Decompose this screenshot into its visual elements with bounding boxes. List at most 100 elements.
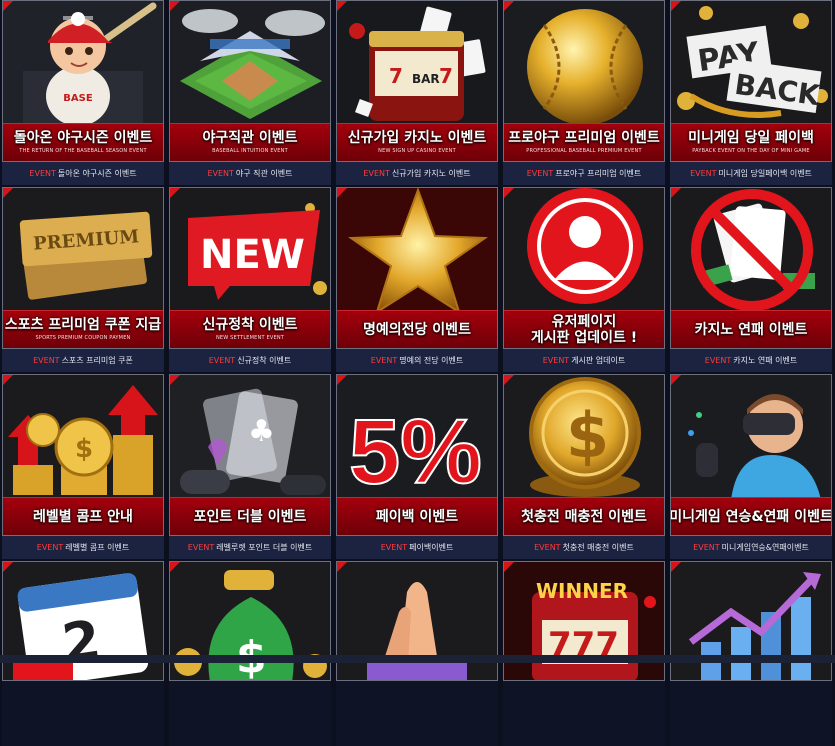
event-card-new-settlement[interactable]: NEW 신규정착 이벤트 NEW SETTLEMENT EVENT EVENT …	[169, 187, 331, 372]
event-thumbnail: 카지노 연패 이벤트	[670, 187, 832, 349]
event-title: 미니게임 연승&연패 이벤트	[670, 509, 832, 525]
event-banner: 첫충전 매충전 이벤트	[504, 497, 664, 535]
svg-text:7: 7	[439, 64, 453, 88]
event-thumbnail: NEW 신규정착 이벤트 NEW SETTLEMENT EVENT	[169, 187, 331, 349]
taskbar	[0, 655, 835, 663]
event-banner: 미니게임 연승&연패 이벤트	[671, 497, 831, 535]
event-caption-text: 명예의 전당 이벤트	[399, 355, 463, 366]
event-banner: 레벨별 콤프 안내	[3, 497, 163, 535]
event-banner: 돌아온 야구시즌 이벤트 THE RETURN OF THE BASEBALL …	[3, 123, 163, 161]
event-caption[interactable]: EVENT 미니게임 당일페이백 이벤트	[670, 162, 832, 185]
event-tag: EVENT	[381, 543, 407, 552]
svg-text:♣: ♣	[248, 414, 275, 449]
stadium-icon	[170, 1, 331, 126]
event-title: 신규가입 카지노 이벤트	[348, 130, 487, 146]
event-card-sports-coupon[interactable]: PREMIUM 스포츠 프리미엄 쿠폰 지급 SPORTS PREMIUM CO…	[2, 187, 164, 372]
baseball-player-icon: BASE	[3, 1, 164, 126]
event-card-hall-of-fame[interactable]: 명예의전당 이벤트 EVENT 명예의 전당 이벤트	[336, 187, 498, 372]
event-card-baseball-season[interactable]: BASE 돌아온 야구시즌 이벤트 THE RETURN OF THE BASE…	[2, 0, 164, 185]
glass-cards-icon: ♣	[170, 375, 331, 500]
event-card-level-comp[interactable]: $ 레벨별 콤프 안내 EVENT 레벨별 콤프 이벤트	[2, 374, 164, 559]
event-tag: EVENT	[188, 543, 214, 552]
event-subtitle: PROFESSIONAL BASEBALL PREMIUM EVENT	[526, 148, 641, 155]
event-caption[interactable]: EVENT 야구 직관 이벤트	[169, 162, 331, 185]
event-tag: EVENT	[209, 356, 235, 365]
event-caption[interactable]: EVENT 레벨별 콤프 이벤트	[2, 536, 164, 559]
event-card-clapping-hands[interactable]	[336, 561, 498, 746]
event-tag: EVENT	[693, 543, 719, 552]
event-card-money-bag[interactable]: $	[169, 561, 331, 746]
event-tag: EVENT	[705, 356, 731, 365]
event-tag: EVENT	[371, 356, 397, 365]
svg-text:BAR: BAR	[412, 72, 440, 86]
event-tag: EVENT	[363, 169, 389, 178]
event-caption[interactable]: EVENT 게시판 업데이트	[503, 349, 665, 372]
event-title: 돌아온 야구시즌 이벤트	[14, 130, 153, 146]
event-title: 유저페이지	[552, 314, 616, 330]
event-thumbnail: 5% 페이백 이벤트	[336, 374, 498, 536]
event-subtitle: NEW SIGN UP CASINO EVENT	[378, 148, 456, 155]
event-caption[interactable]: EVENT 첫충전 매충전 이벤트	[503, 536, 665, 559]
event-caption[interactable]: EVENT 레벨루렛 포인트 더블 이벤트	[169, 536, 331, 559]
event-caption-text: 카지노 연패 이벤트	[733, 355, 797, 366]
five-percent-icon: 5%	[337, 375, 498, 500]
event-caption[interactable]: EVENT 신규정착 이벤트	[169, 349, 331, 372]
event-banner: 신규정착 이벤트 NEW SETTLEMENT EVENT	[170, 310, 330, 348]
event-card-calendar[interactable]: 2	[2, 561, 164, 746]
event-caption[interactable]: EVENT 신규가입 카지노 이벤트	[336, 162, 498, 185]
event-card-first-charge[interactable]: $ 첫충전 매충전 이벤트 EVENT 첫충전 매충전 이벤트	[503, 374, 665, 559]
event-thumbnail: $ 첫충전 매충전 이벤트	[503, 374, 665, 536]
gold-star-icon	[337, 188, 498, 313]
event-caption[interactable]: EVENT 카지노 연패 이벤트	[670, 349, 832, 372]
event-thumbnail: ♣ 포인트 더블 이벤트	[169, 374, 331, 536]
event-subtitle: SPORTS PREMIUM COUPON PAYMEN	[35, 335, 130, 342]
event-caption[interactable]: EVENT 스포츠 프리미엄 쿠폰	[2, 349, 164, 372]
event-banner: 카지노 연패 이벤트	[671, 310, 831, 348]
event-caption-text: 돌아온 야구시즌 이벤트	[58, 168, 137, 179]
payback-icon: PAY BACK	[671, 1, 832, 126]
event-banner: 유저페이지 게시판 업데이트 !	[504, 310, 664, 348]
event-caption[interactable]: EVENT 미니게임연승&연패이벤트	[670, 536, 832, 559]
event-title: 신규정착 이벤트	[202, 317, 297, 333]
event-card-casino-losing-streak[interactable]: 카지노 연패 이벤트 EVENT 카지노 연패 이벤트	[670, 187, 832, 372]
event-subtitle: PAYBACK EVENT ON THE DAY OF MINI GAME	[692, 148, 809, 155]
event-caption[interactable]: EVENT 명예의 전당 이벤트	[336, 349, 498, 372]
slot-machine-icon: 7 BAR 7	[337, 1, 498, 126]
event-title: 카지노 연패 이벤트	[695, 322, 808, 338]
event-caption[interactable]: EVENT 돌아온 야구시즌 이벤트	[2, 162, 164, 185]
event-caption[interactable]: EVENT 페이백이벤트	[336, 536, 498, 559]
event-card-winner-slot[interactable]: WINNER 777	[503, 561, 665, 746]
event-card-pro-baseball-premium[interactable]: 프로야구 프리미엄 이벤트 PROFESSIONAL BASEBALL PREM…	[503, 0, 665, 185]
event-banner: 미니게임 당일 페이백 PAYBACK EVENT ON THE DAY OF …	[671, 123, 831, 161]
event-card-point-double[interactable]: ♣ 포인트 더블 이벤트 EVENT 레벨루렛 포인트 더블 이벤트	[169, 374, 331, 559]
event-card-growth-chart[interactable]	[670, 561, 832, 746]
event-card-casino-signup[interactable]: 7 BAR 7 신규가입 카지노 이벤트 NEW SIGN UP CASINO …	[336, 0, 498, 185]
coin-stacks-icon: $	[3, 375, 164, 500]
event-title: 미니게임 당일 페이백	[688, 130, 814, 146]
event-card-payback[interactable]: 5% 페이백 이벤트 EVENT 페이백이벤트	[336, 374, 498, 559]
event-caption-text: 미니게임 당일페이백 이벤트	[719, 168, 812, 179]
event-title: 포인트 더블 이벤트	[194, 509, 307, 525]
event-caption-text: 신규가입 카지노 이벤트	[392, 168, 471, 179]
event-banner: 야구직관 이벤트 BASEBALL INTUITION EVENT	[170, 123, 330, 161]
event-title-line2: 게시판 업데이트 !	[531, 330, 637, 346]
event-caption-text: 레벨별 콤프 이벤트	[65, 542, 129, 553]
event-thumbnail: 2	[2, 561, 164, 681]
event-title: 페이백 이벤트	[376, 509, 458, 525]
event-thumbnail: 야구직관 이벤트 BASEBALL INTUITION EVENT	[169, 0, 331, 162]
event-caption[interactable]: EVENT 프로야구 프리미엄 이벤트	[503, 162, 665, 185]
gold-coin-icon: $	[504, 375, 665, 500]
event-subtitle: THE RETURN OF THE BASEBALL SEASON EVENT	[19, 148, 146, 155]
event-title: 스포츠 프리미엄 쿠폰 지급	[5, 317, 161, 333]
event-card-baseball-intuition[interactable]: 야구직관 이벤트 BASEBALL INTUITION EVENT EVENT …	[169, 0, 331, 185]
event-card-user-page[interactable]: 유저페이지 게시판 업데이트 ! EVENT 게시판 업데이트	[503, 187, 665, 372]
golden-baseball-icon	[504, 1, 665, 126]
event-card-minigame-payback[interactable]: PAY BACK 미니게임 당일 페이백 PAYBACK EVENT ON TH…	[670, 0, 832, 185]
premium-coupon-icon: PREMIUM	[3, 188, 164, 313]
event-tag: EVENT	[534, 543, 560, 552]
event-caption-text: 야구 직관 이벤트	[236, 168, 293, 179]
vr-player-icon	[671, 375, 832, 500]
svg-text:$: $	[566, 399, 609, 472]
event-card-minigame-streak[interactable]: 미니게임 연승&연패 이벤트 EVENT 미니게임연승&연패이벤트	[670, 374, 832, 559]
event-title: 프로야구 프리미엄 이벤트	[508, 130, 659, 146]
